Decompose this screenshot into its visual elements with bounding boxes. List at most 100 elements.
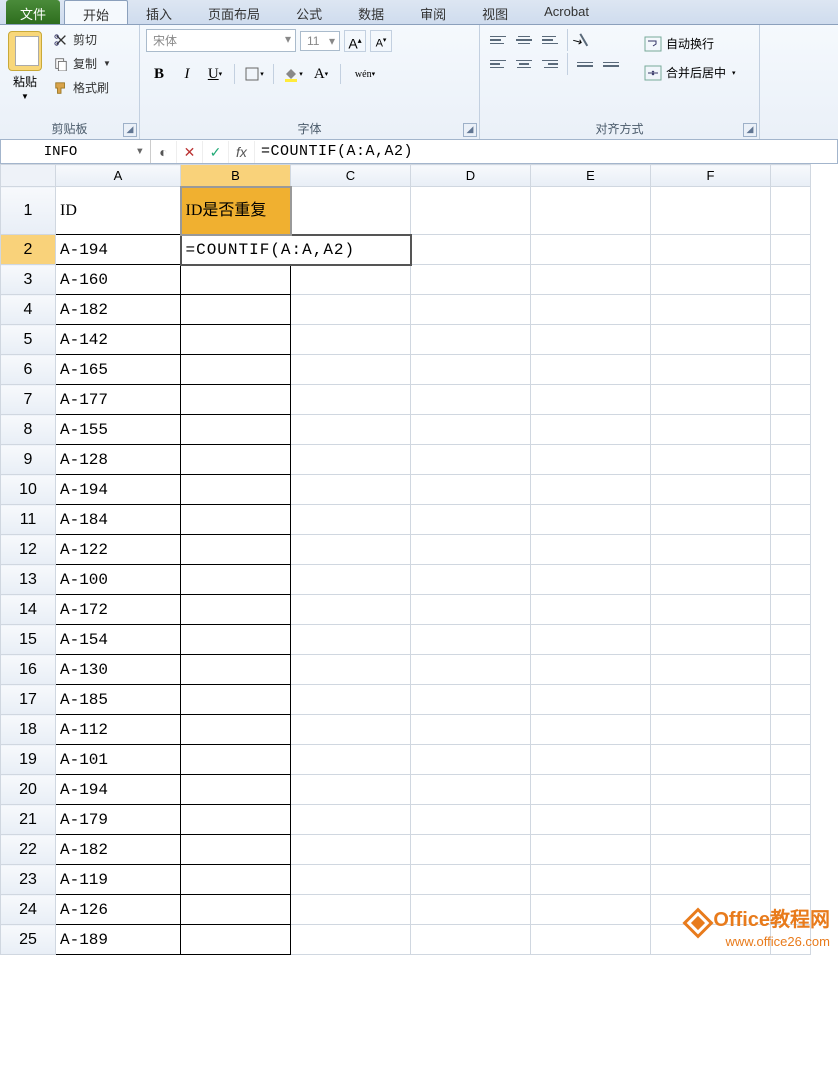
row-head-4[interactable]: 4: [1, 295, 56, 325]
cell-A9[interactable]: A-128: [56, 445, 181, 475]
cell[interactable]: [411, 535, 531, 565]
cell[interactable]: [771, 265, 811, 295]
cell[interactable]: [771, 355, 811, 385]
cut-button[interactable]: 剪切: [50, 29, 114, 50]
cell-B22[interactable]: [181, 835, 291, 865]
font-launcher[interactable]: ◢: [463, 123, 477, 137]
cell-B18[interactable]: [181, 715, 291, 745]
col-head-D[interactable]: D: [411, 165, 531, 187]
cell[interactable]: [651, 745, 771, 775]
cell[interactable]: [531, 187, 651, 235]
cell[interactable]: [651, 505, 771, 535]
row-head-5[interactable]: 5: [1, 325, 56, 355]
cell[interactable]: [651, 475, 771, 505]
cell-B17[interactable]: [181, 685, 291, 715]
decrease-font-button[interactable]: A▾: [370, 30, 392, 52]
cell[interactable]: [411, 745, 531, 775]
tab-data[interactable]: 数据: [340, 0, 402, 24]
cell[interactable]: [291, 595, 411, 625]
cell[interactable]: [531, 445, 651, 475]
cell[interactable]: [771, 325, 811, 355]
row-head-6[interactable]: 6: [1, 355, 56, 385]
cell[interactable]: [531, 355, 651, 385]
tab-page-layout[interactable]: 页面布局: [190, 0, 278, 24]
cell-B23[interactable]: [181, 865, 291, 895]
cell[interactable]: [531, 325, 651, 355]
copy-button[interactable]: 复制▼: [50, 53, 114, 74]
cell[interactable]: [771, 385, 811, 415]
cell[interactable]: [651, 385, 771, 415]
cell-A3[interactable]: A-160: [56, 265, 181, 295]
cell[interactable]: [651, 625, 771, 655]
cell-B19[interactable]: [181, 745, 291, 775]
cell[interactable]: [771, 865, 811, 895]
cell[interactable]: [651, 655, 771, 685]
cell[interactable]: [411, 685, 531, 715]
cell-B16[interactable]: [181, 655, 291, 685]
cell[interactable]: [291, 685, 411, 715]
cell[interactable]: [651, 565, 771, 595]
cell[interactable]: [531, 775, 651, 805]
decrease-indent-button[interactable]: [573, 53, 597, 75]
cell[interactable]: [291, 265, 411, 295]
cell[interactable]: [771, 445, 811, 475]
row-head-14[interactable]: 14: [1, 595, 56, 625]
cell[interactable]: [291, 865, 411, 895]
cell[interactable]: [291, 625, 411, 655]
cell-B9[interactable]: [181, 445, 291, 475]
cell[interactable]: [291, 325, 411, 355]
cell[interactable]: [771, 235, 811, 265]
cell[interactable]: [651, 295, 771, 325]
cell-A18[interactable]: A-112: [56, 715, 181, 745]
cell[interactable]: [291, 925, 411, 955]
cell-A15[interactable]: A-154: [56, 625, 181, 655]
cell-A16[interactable]: A-130: [56, 655, 181, 685]
cell[interactable]: [291, 187, 411, 235]
cell[interactable]: [291, 295, 411, 325]
cell[interactable]: [291, 415, 411, 445]
cell[interactable]: [651, 775, 771, 805]
bold-button[interactable]: B: [146, 62, 172, 86]
cell[interactable]: [771, 745, 811, 775]
cell[interactable]: [291, 775, 411, 805]
cell-A25[interactable]: A-189: [56, 925, 181, 955]
cell[interactable]: [411, 565, 531, 595]
phonetic-button[interactable]: wén▾: [347, 62, 383, 86]
col-head-B[interactable]: B: [181, 165, 291, 187]
cell[interactable]: [771, 715, 811, 745]
clipboard-launcher[interactable]: ◢: [123, 123, 137, 137]
fill-color-button[interactable]: ▾: [280, 62, 306, 86]
cell-A20[interactable]: A-194: [56, 775, 181, 805]
cell-A7[interactable]: A-177: [56, 385, 181, 415]
cell[interactable]: [411, 595, 531, 625]
cell-A13[interactable]: A-100: [56, 565, 181, 595]
cell[interactable]: [651, 595, 771, 625]
align-bottom-button[interactable]: [538, 29, 562, 51]
orientation-button[interactable]: ↗: [573, 29, 603, 51]
cell[interactable]: [291, 535, 411, 565]
cell[interactable]: [531, 415, 651, 445]
row-head-1[interactable]: 1: [1, 187, 56, 235]
col-head-blank[interactable]: [771, 165, 811, 187]
cell[interactable]: [291, 445, 411, 475]
cell[interactable]: [651, 865, 771, 895]
cell[interactable]: [771, 805, 811, 835]
insert-function-button[interactable]: fx: [229, 141, 255, 163]
tab-view[interactable]: 视图: [464, 0, 526, 24]
cell[interactable]: [531, 895, 651, 925]
cell-A2[interactable]: A-194: [56, 235, 181, 265]
cell[interactable]: [291, 715, 411, 745]
cell[interactable]: [651, 805, 771, 835]
cell[interactable]: [411, 895, 531, 925]
cell-B11[interactable]: [181, 505, 291, 535]
row-head-7[interactable]: 7: [1, 385, 56, 415]
cell-A11[interactable]: A-184: [56, 505, 181, 535]
cell[interactable]: [771, 535, 811, 565]
cell[interactable]: [291, 505, 411, 535]
tab-review[interactable]: 审阅: [402, 0, 464, 24]
col-head-E[interactable]: E: [531, 165, 651, 187]
cell[interactable]: [651, 235, 771, 265]
cell[interactable]: [531, 535, 651, 565]
cell[interactable]: [651, 445, 771, 475]
italic-button[interactable]: I: [174, 62, 200, 86]
